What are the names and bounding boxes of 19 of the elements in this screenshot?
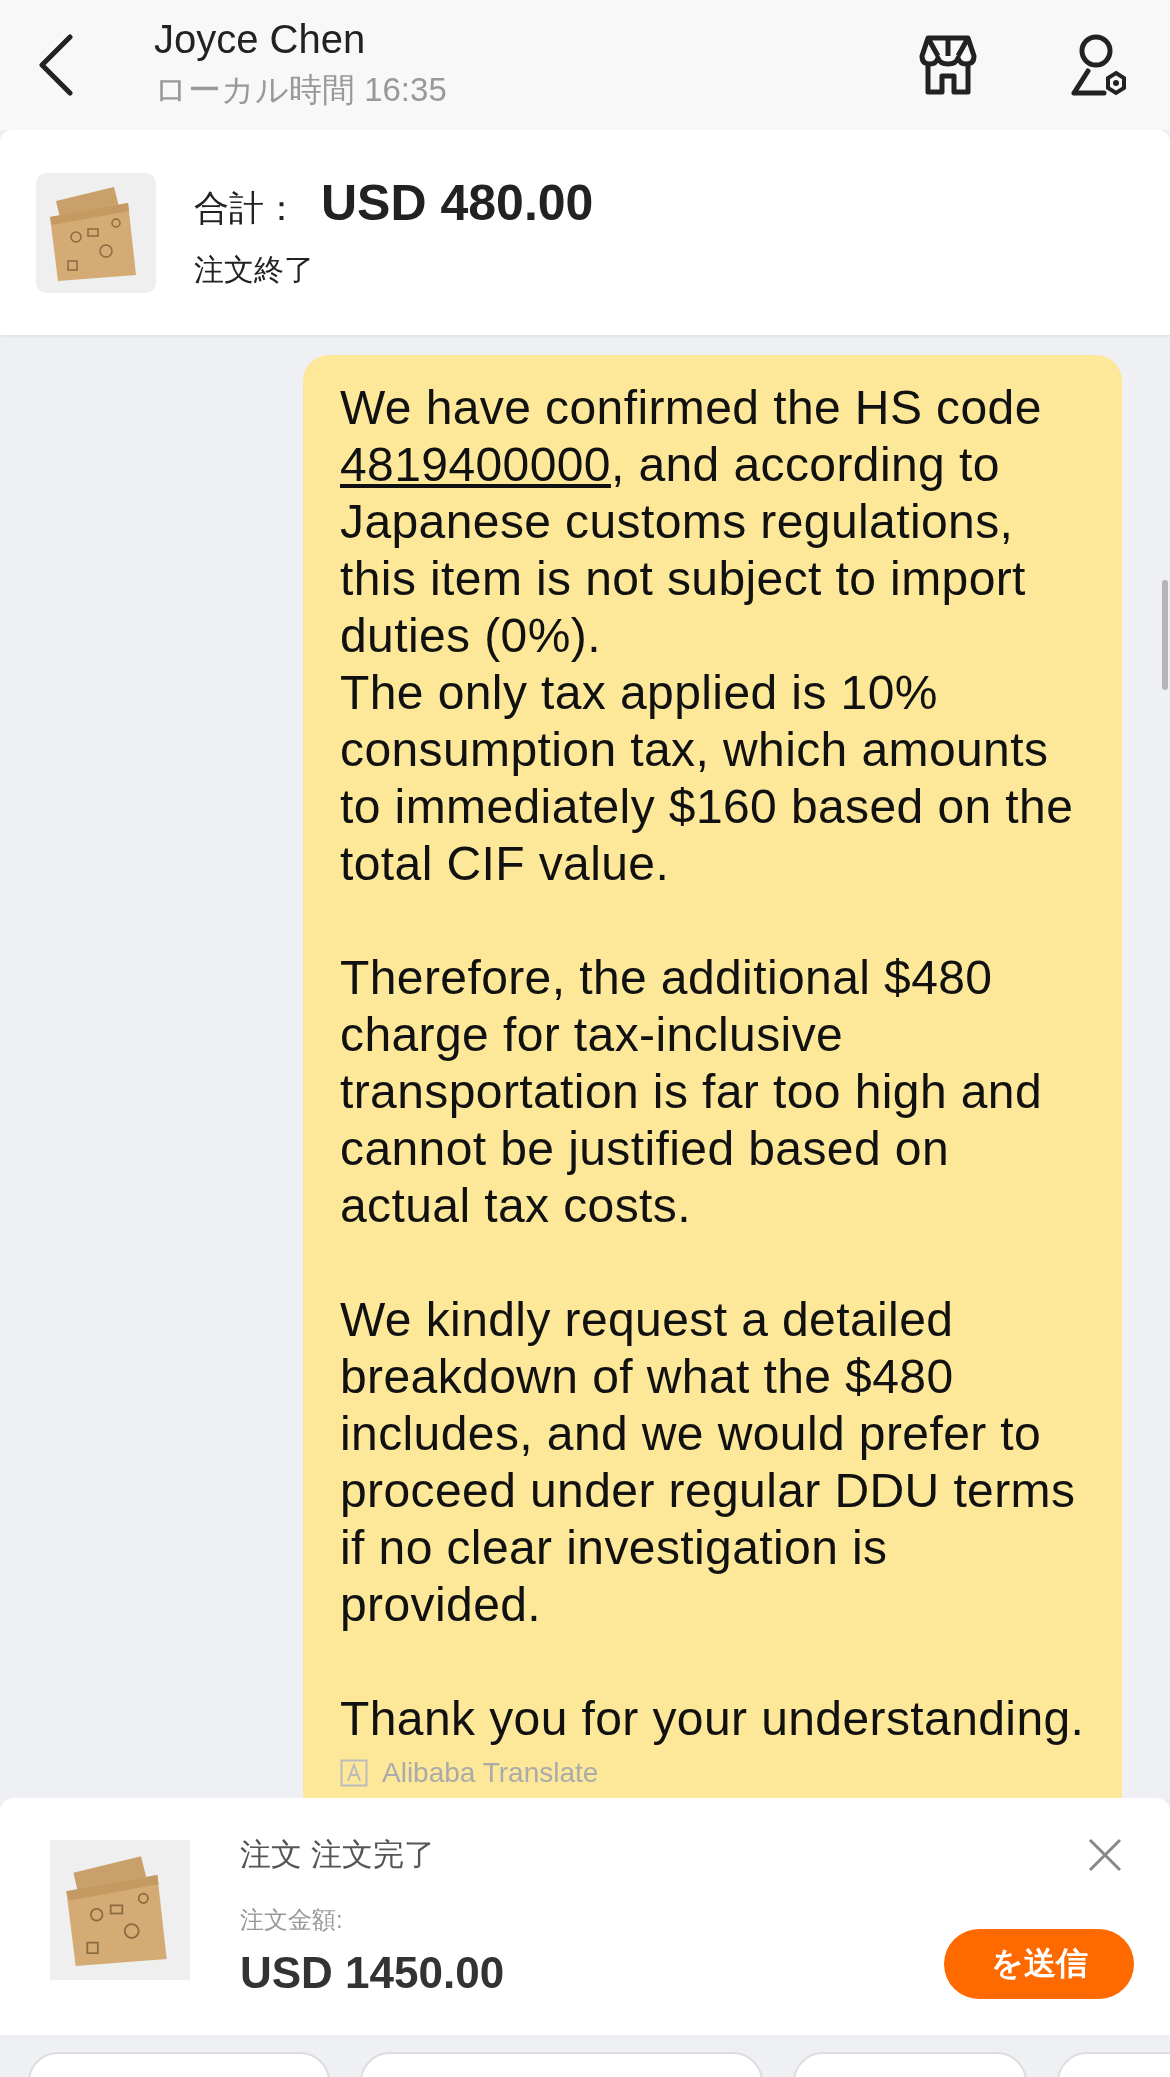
back-icon[interactable] bbox=[38, 34, 74, 96]
order-title: 注文 注文完了 bbox=[240, 1836, 436, 1874]
amount-label: 注文金額: bbox=[240, 1905, 344, 1935]
message-text: We have confirmed the HS code 4819400000, and according to Japanese customs regulations, this item is not subject to import duties (0%). bbox=[340, 380, 1043, 664]
scrollbar[interactable] bbox=[1162, 580, 1168, 690]
translation-label: Alibaba Translate bbox=[382, 1757, 599, 1789]
message-text: Thank you for your understanding. bbox=[340, 1691, 1086, 1747]
hs-code-link[interactable]: 4819400000 bbox=[340, 438, 611, 491]
translate-icon bbox=[340, 1759, 368, 1787]
message-text: We kindly request a detailed breakdown of what the $480 includes, and we would prefer to proceed under regular DDU terms if no clear investigation is provided. bbox=[340, 1292, 1077, 1633]
order-status: 注文終了 bbox=[194, 252, 315, 288]
local-time: ローカル時間 16:35 bbox=[154, 70, 448, 110]
message-text: Therefore, the additional $480 charge for tax-inclusive transportation is far too high and cannot be justified based on actual tax costs. bbox=[340, 950, 1044, 1234]
contact-name: Joyce Chen bbox=[154, 17, 367, 62]
order-amount: USD 1450.00 bbox=[240, 1948, 506, 1998]
message-text: The only tax applied is 10% consumption tax, which amounts to immediately $160 based on the total CIF value. bbox=[340, 665, 1075, 892]
close-icon[interactable] bbox=[1088, 1838, 1122, 1872]
order-total: USD 480.00 bbox=[321, 174, 594, 232]
total-label: 合計： bbox=[194, 187, 299, 229]
